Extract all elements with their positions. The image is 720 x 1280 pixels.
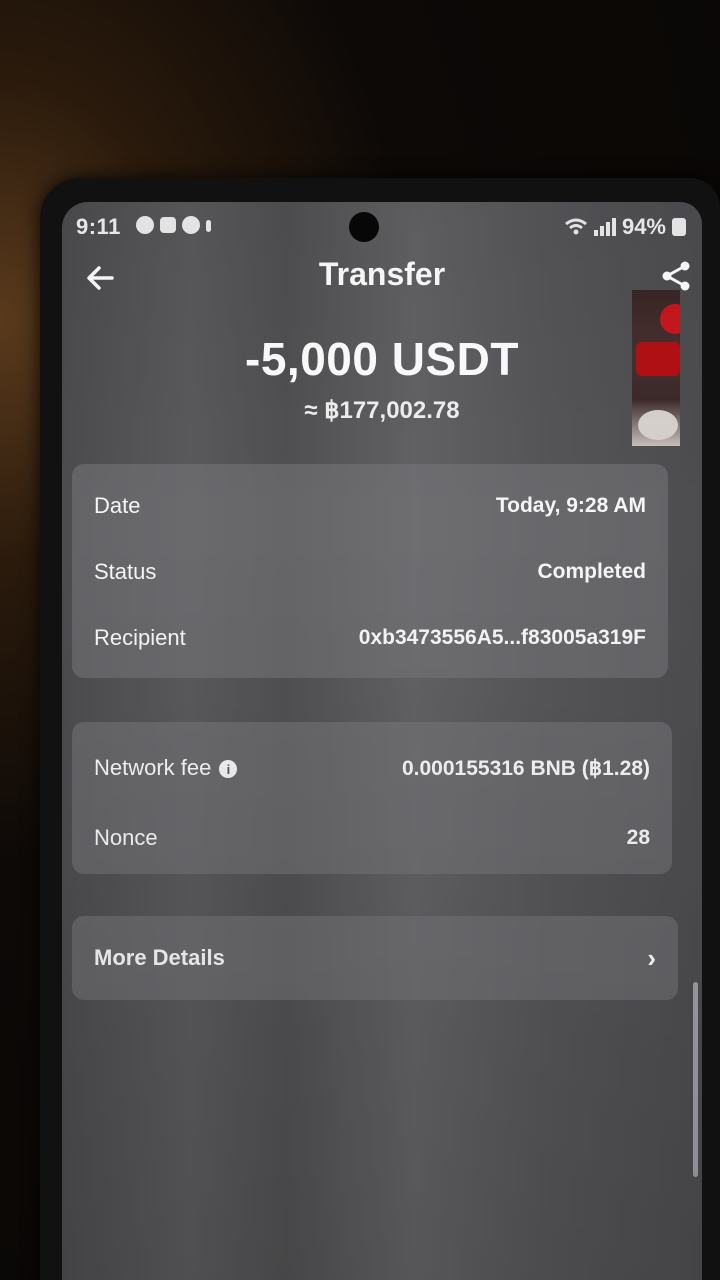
front-camera <box>349 212 379 242</box>
detail-row-status: Status Completed <box>72 552 668 592</box>
battery-icon <box>672 218 686 236</box>
detail-label: Date <box>94 493 141 518</box>
status-bar: 9:11 94% <box>62 202 702 250</box>
battery-level: 94% <box>621 214 666 239</box>
detail-value: Today, 9:28 AM <box>495 494 646 517</box>
wifi-icon <box>565 218 587 235</box>
fee-label: Network fee <box>94 755 212 780</box>
scroll-indicator[interactable] <box>693 982 698 1177</box>
message-icon <box>136 216 154 234</box>
fee-value: 0.000155316 BNB (฿1.28) <box>401 756 650 780</box>
nonce-value: 28 <box>626 826 650 849</box>
chevron-right-icon: › <box>647 942 656 973</box>
status-time: 9:11 <box>76 214 121 239</box>
photo-scene: 9:11 94% Transfer -5,000 USDT ≈ ฿177,002… <box>0 0 720 1280</box>
app-header: Transfer <box>62 250 702 306</box>
fee-card: Network fee i 0.000155316 BNB (฿1.28) Non… <box>72 722 672 874</box>
page-title: Transfer <box>318 256 446 292</box>
transfer-amount: -5,000 USDT <box>245 333 519 385</box>
more-details-row: More Details › <box>72 938 678 978</box>
fee-row-network: Network fee i 0.000155316 BNB (฿1.28) <box>72 748 672 788</box>
detail-row-date: Date Today, 9:28 AM <box>72 486 668 526</box>
details-card: Date Today, 9:28 AM Status Completed Rec… <box>72 464 668 678</box>
amount-section: -5,000 USDT ≈ ฿177,002.78 <box>62 332 702 425</box>
phone-screen: 9:11 94% Transfer -5,000 USDT ≈ ฿177,002… <box>62 202 702 1280</box>
fee-row-nonce: Nonce 28 <box>72 818 672 858</box>
detail-row-recipient: Recipient 0xb3473556A5...f83005a319F <box>72 618 668 658</box>
detail-label: Recipient <box>94 625 186 650</box>
app-icon <box>160 217 176 233</box>
recipient-address[interactable]: 0xb3473556A5...f83005a319F <box>359 626 646 650</box>
detail-label: Status <box>94 559 157 584</box>
share-icon <box>662 261 690 291</box>
info-icon[interactable]: i <box>219 760 238 779</box>
signal-icon <box>593 218 616 236</box>
notification-icons <box>136 216 211 234</box>
nonce-label: Nonce <box>94 825 158 850</box>
system-icons: 94% <box>564 214 686 240</box>
tiktok-icon <box>182 216 200 234</box>
more-notifications-icon <box>206 220 211 232</box>
more-details-label: More Details <box>94 945 225 970</box>
more-details-button[interactable]: More Details › <box>72 916 678 1000</box>
status-value: Completed <box>537 560 646 583</box>
fiat-equivalent: ≈ ฿177,002.78 <box>304 397 460 424</box>
